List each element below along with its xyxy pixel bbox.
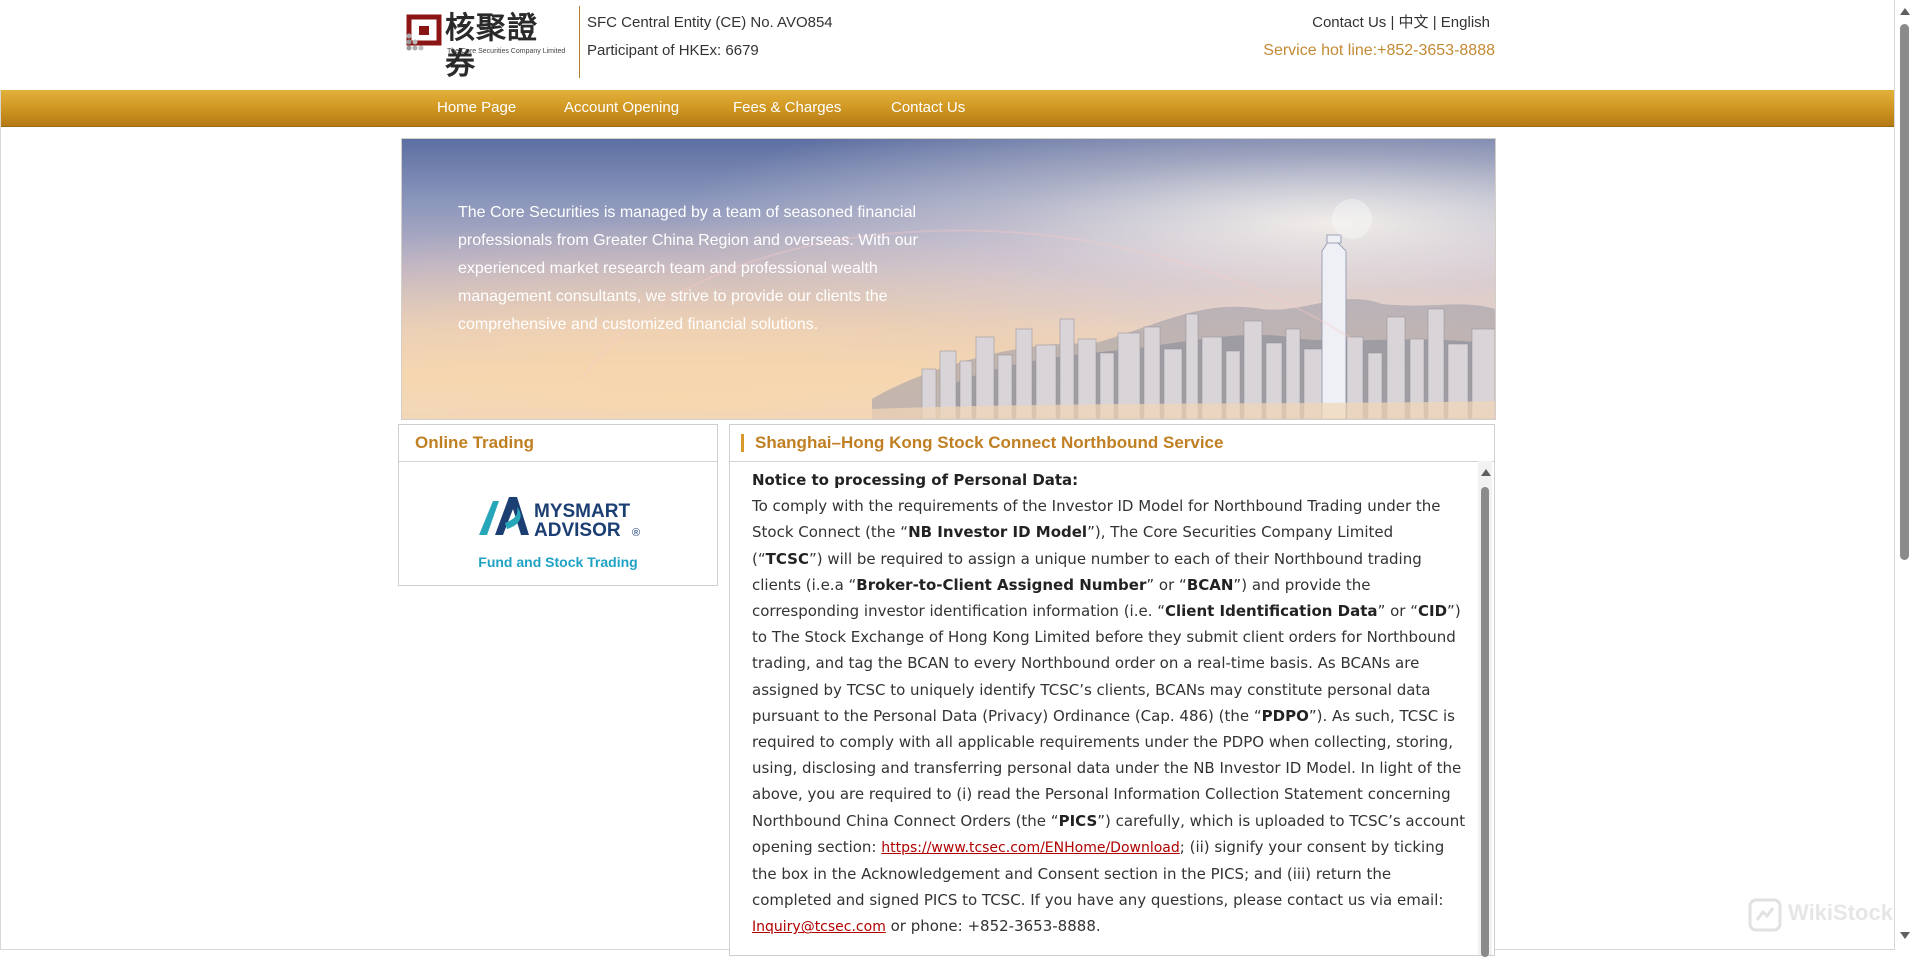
notice-text: ” or “: [1146, 575, 1187, 594]
top-link-chinese[interactable]: 中文: [1399, 14, 1429, 31]
wikistock-watermark: WikiStock: [1748, 898, 1898, 934]
mysmartadvisor-logo[interactable]: MYSMART ADVISOR ®: [477, 493, 647, 539]
nav-account-opening[interactable]: Account Opening: [564, 90, 679, 126]
panel-scrollbar[interactable]: [1478, 461, 1492, 957]
watermark-text: WikiStock: [1788, 900, 1893, 925]
top-link-separator: |: [1386, 14, 1399, 31]
term-tcsc: TCSC: [765, 549, 809, 568]
scroll-up-arrow-icon[interactable]: [1481, 469, 1491, 476]
logo-text-mysmart: MYSMART: [534, 501, 630, 522]
hkex-participant: Participant of HKEx: 6679: [587, 42, 759, 59]
term-bcan: BCAN: [1186, 575, 1234, 594]
logo-text-advisor: ADVISOR: [534, 520, 621, 539]
logo-english-name: The Core Securities Company Limited: [447, 48, 566, 55]
online-trading-title: Online Trading: [399, 425, 717, 462]
scroll-thumb[interactable]: [1481, 487, 1489, 957]
site-header: 核聚證券 The Core Securities Company Limited…: [0, 0, 1893, 90]
service-hotline: Service hot line:+852-3653-8888: [1263, 42, 1495, 59]
page-scrollbar[interactable]: [1896, 0, 1913, 951]
notice-text: or phone: +852-3653-8888.: [885, 917, 1101, 936]
top-link-separator: |: [1428, 14, 1441, 31]
notice-heading: Notice to processing of Personal Data:: [752, 471, 1079, 489]
term-nb-investor-id-model: NB Investor ID Model: [908, 523, 1088, 542]
nav-home-page[interactable]: Home Page: [437, 90, 516, 126]
term-pics: PICS: [1058, 811, 1098, 830]
term-bcan-full: Broker-to-Client Assigned Number: [856, 575, 1147, 594]
page-scroll-down-icon[interactable]: [1900, 932, 1910, 939]
watermark-logo-icon: [1748, 898, 1782, 932]
online-trading-panel: Online Trading MYSMART ADVISOR ® Fund an…: [398, 424, 718, 586]
term-cid: CID: [1418, 602, 1448, 621]
page-scroll-thumb[interactable]: [1900, 24, 1909, 560]
company-logo[interactable]: 核聚證券 The Core Securities Company Limited: [405, 11, 566, 82]
registered-mark: ®: [632, 527, 640, 539]
nav-contact-us[interactable]: Contact Us: [891, 90, 965, 126]
banner-description: The Core Securities is managed by a team…: [458, 204, 918, 333]
nav-fees-charges[interactable]: Fees & Charges: [733, 90, 841, 126]
header-divider: [579, 6, 580, 78]
panel-header: Shanghai–Hong Kong Stock Connect Northbo…: [730, 425, 1494, 462]
inquiry-email-link[interactable]: Inquiry@tcsec.com: [752, 919, 886, 935]
title-accent-bar: [741, 434, 744, 452]
sfc-registration: SFC Central Entity (CE) No. AVO854: [587, 14, 833, 31]
top-link-contact[interactable]: Contact Us: [1312, 14, 1386, 31]
download-link[interactable]: https://www.tcsec.com/ENHome/Download: [881, 840, 1180, 856]
notice-text: ” or “: [1377, 602, 1418, 621]
hero-banner: The Core Securities is managed by a team…: [401, 138, 1496, 420]
panel-title: Shanghai–Hong Kong Stock Connect Northbo…: [755, 433, 1224, 452]
logo-mark-icon: [406, 14, 442, 51]
northbound-service-panel: Shanghai–Hong Kong Stock Connect Northbo…: [729, 424, 1495, 957]
page-scroll-up-icon[interactable]: [1900, 8, 1910, 15]
term-pdpo: PDPO: [1261, 706, 1309, 725]
top-links: Contact Us | 中文 | English: [1312, 11, 1490, 32]
logo-chinese-name: 核聚證券: [445, 11, 538, 82]
term-cid-full: Client Identification Data: [1165, 602, 1378, 621]
notice-paragraph: To comply with the requirements of the I…: [752, 493, 1467, 940]
fund-stock-trading-link[interactable]: Fund and Stock Trading: [399, 554, 717, 570]
main-nav: Home Page Account Opening Fees & Charges…: [1, 90, 1894, 127]
notice-content: Notice to processing of Personal Data: T…: [752, 467, 1467, 941]
top-link-english[interactable]: English: [1441, 14, 1490, 31]
